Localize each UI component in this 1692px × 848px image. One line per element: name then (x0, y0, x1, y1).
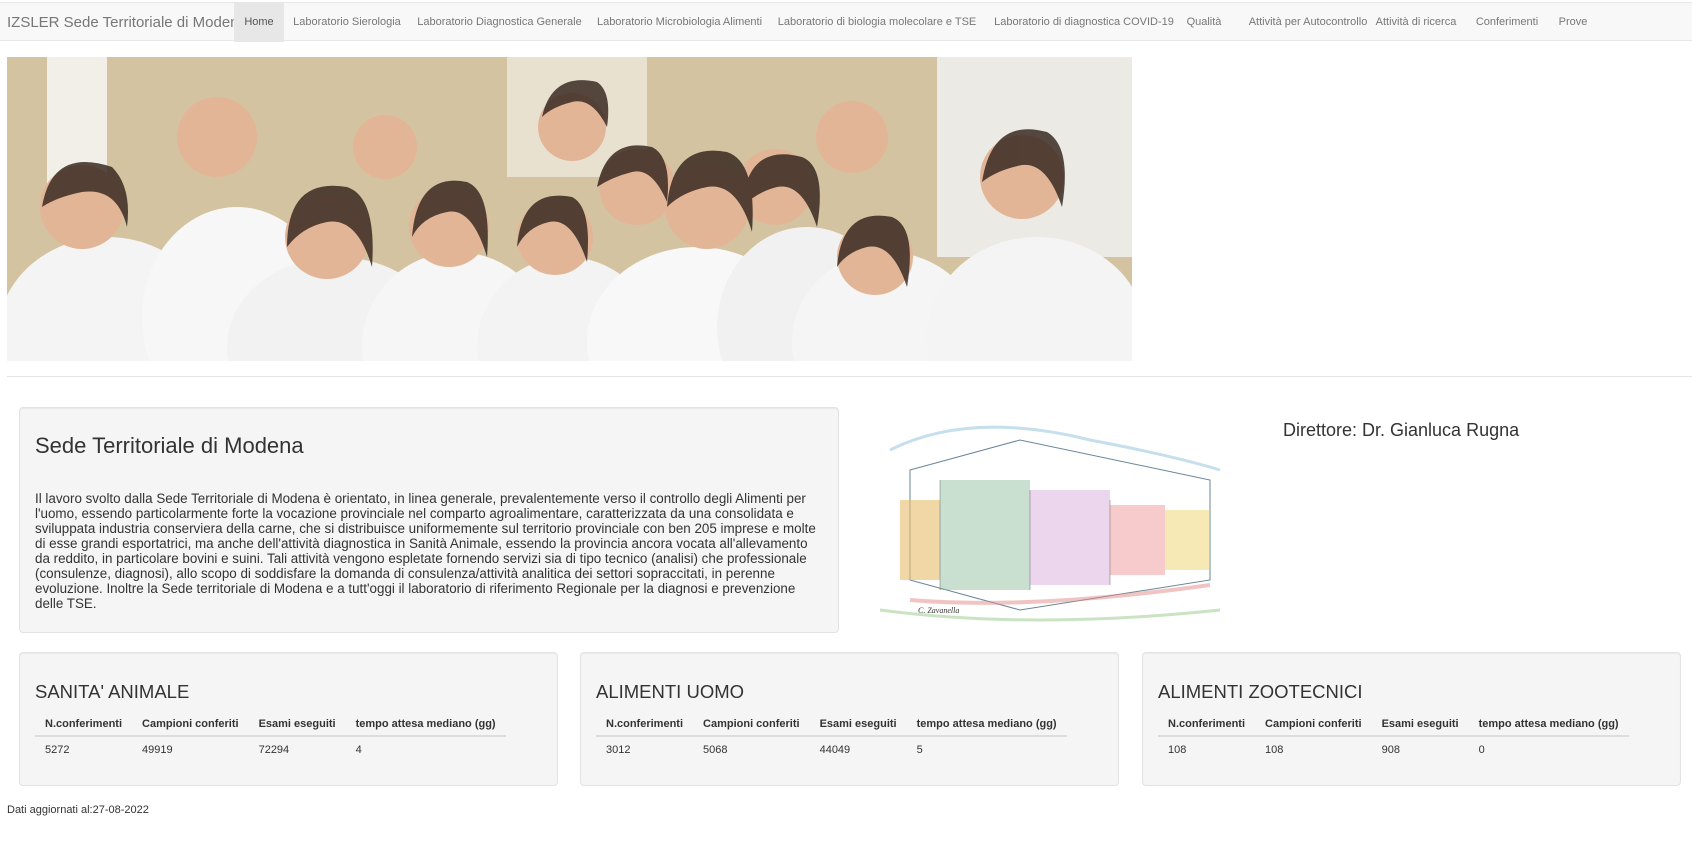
nav-item-laboratorio-covid19[interactable]: Laboratorio di diagnostica COVID-19 (984, 3, 1184, 42)
navbar-brand[interactable]: IZSLER Sede Territoriale di Modena (7, 3, 247, 42)
nav-item-laboratorio-biologia-molecolare[interactable]: Laboratorio di biologia molecolare e TSE (770, 3, 984, 42)
last-updated-text: Dati aggiornati al:27-08-2022 (7, 804, 149, 816)
cell-campioni: 5068 (693, 735, 810, 763)
cell-conferimenti: 5272 (35, 735, 133, 763)
cell-esami: 908 (1371, 735, 1469, 763)
nav-item-prove[interactable]: Prove (1548, 3, 1598, 42)
building-sketch: C. Zavanella (870, 410, 1235, 632)
col-header-esami: Esami eseguiti (809, 713, 907, 737)
col-header-conferimenti: N.conferimenti (596, 713, 694, 737)
stats-table: N.conferimenti Campioni conferiti Esami … (35, 713, 506, 763)
cell-conferimenti: 108 (1158, 735, 1256, 763)
nav-item-conferimenti[interactable]: Conferimenti (1466, 3, 1548, 42)
nav-item-laboratorio-diagnostica-generale[interactable]: Laboratorio Diagnostica Generale (410, 3, 589, 42)
col-header-tempo: tempo attesa mediano (gg) (1468, 713, 1629, 737)
nav-item-laboratorio-microbiologia-alimenti[interactable]: Laboratorio Microbiologia Alimenti (589, 3, 770, 42)
sketch-signature: C. Zavanella (918, 606, 960, 615)
cell-esami: 44049 (809, 735, 907, 763)
table-row: 5272 49919 72294 4 (35, 735, 506, 763)
building-sketch-drawing (879, 425, 1221, 622)
nav-item-attivita-ricerca[interactable]: Attività di ricerca (1368, 3, 1464, 42)
nav-item-qualita[interactable]: Qualità (1184, 3, 1224, 42)
stat-title: ALIMENTI UOMO (596, 681, 745, 702)
col-header-esami: Esami eseguiti (1371, 713, 1469, 737)
cell-esami: 72294 (248, 735, 346, 763)
team-photo-illustration (7, 57, 1132, 361)
stat-panel-alimenti-zootecnici: ALIMENTI ZOOTECNICI N.conferimenti Campi… (1142, 652, 1681, 786)
col-header-campioni: Campioni conferiti (693, 713, 810, 737)
about-text: Il lavoro svolto dalla Sede Territoriale… (35, 491, 816, 611)
nav-item-laboratorio-sierologia[interactable]: Laboratorio Sierologia (284, 3, 410, 42)
divider (7, 376, 1692, 377)
col-header-campioni: Campioni conferiti (1255, 713, 1372, 737)
cell-tempo: 0 (1468, 735, 1629, 763)
col-header-conferimenti: N.conferimenti (1158, 713, 1256, 737)
stats-table: N.conferimenti Campioni conferiti Esami … (596, 713, 1067, 763)
cell-campioni: 49919 (132, 735, 249, 763)
cell-conferimenti: 3012 (596, 735, 694, 763)
about-title: Sede Territoriale di Modena (35, 433, 304, 458)
cell-tempo: 4 (345, 735, 506, 763)
stat-panel-sanita-animale: SANITA' ANIMALE N.conferimenti Campioni … (19, 652, 558, 786)
col-header-esami: Esami eseguiti (248, 713, 346, 737)
director-name: Direttore: Dr. Gianluca Rugna (1283, 420, 1520, 440)
col-header-conferimenti: N.conferimenti (35, 713, 133, 737)
cell-campioni: 108 (1255, 735, 1372, 763)
team-photo (7, 57, 1132, 361)
stats-table: N.conferimenti Campioni conferiti Esami … (1158, 713, 1629, 763)
stat-title: ALIMENTI ZOOTECNICI (1158, 681, 1363, 702)
about-panel: Sede Territoriale di Modena Il lavoro sv… (19, 407, 839, 633)
nav-item-home[interactable]: Home (234, 3, 284, 42)
cell-tempo: 5 (906, 735, 1067, 763)
stat-panel-alimenti-uomo: ALIMENTI UOMO N.conferimenti Campioni co… (580, 652, 1119, 786)
nav-item-attivita-autocontrollo[interactable]: Attività per Autocontrollo (1236, 3, 1380, 42)
col-header-campioni: Campioni conferiti (132, 713, 249, 737)
table-row: 3012 5068 44049 5 (596, 735, 1067, 763)
top-navbar: IZSLER Sede Territoriale di Modena Home … (0, 2, 1692, 42)
col-header-tempo: tempo attesa mediano (gg) (345, 713, 506, 737)
table-row: 108 108 908 0 (1158, 735, 1629, 763)
stat-title: SANITA' ANIMALE (35, 681, 190, 702)
col-header-tempo: tempo attesa mediano (gg) (906, 713, 1067, 737)
